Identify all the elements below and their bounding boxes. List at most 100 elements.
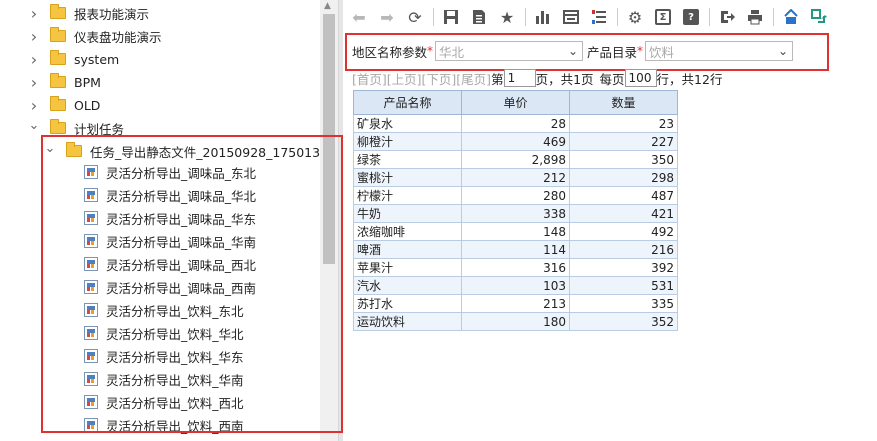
table-row: 苏打水 213 335 <box>353 294 678 313</box>
report-table: 产品名称 单价 数量 矿泉水 28 23 柳橙汁 469 227 绿茶 2,898 350 蜜桃汁… <box>353 90 678 331</box>
table-header-row: 产品名称 单价 数量 <box>353 90 678 115</box>
table-row: 柠檬汁 280 487 <box>353 186 678 205</box>
table-cell: 牛奶 <box>353 204 462 223</box>
export-icon[interactable] <box>715 5 739 29</box>
report-toolbar: ⬅ ➡ ⟳ ★ ⚙ Σ ? <box>343 0 877 34</box>
chevron-right-icon[interactable]: › <box>28 27 40 46</box>
table-cell: 148 <box>461 222 570 241</box>
table-row: 浓缩咖啡 148 492 <box>353 222 678 241</box>
table-row: 苹果汁 316 392 <box>353 258 678 277</box>
table-cell: 421 <box>569 204 678 223</box>
first-page-link[interactable]: [首页] <box>352 69 387 88</box>
table-cell: 280 <box>461 186 570 205</box>
table-cell: 298 <box>569 168 678 187</box>
per-page-suffix: 行，共12行 <box>656 71 723 87</box>
table-cell: 啤酒 <box>353 240 462 259</box>
switch-icon[interactable] <box>807 5 831 29</box>
page-number-input[interactable]: 1 <box>503 69 536 87</box>
bar-chart-icon[interactable] <box>531 5 555 29</box>
table-cell: 103 <box>461 276 570 295</box>
chevron-right-icon[interactable]: › <box>28 73 40 92</box>
folder-icon <box>50 27 66 42</box>
table-cell: 469 <box>461 132 570 151</box>
chevron-down-icon[interactable]: ⌄ <box>568 44 578 58</box>
tree-node-label: OLD <box>74 97 101 113</box>
tree-folder-node[interactable]: › system <box>28 48 119 70</box>
table-cell: 汽水 <box>353 276 462 295</box>
table-row: 牛奶 338 421 <box>353 204 678 223</box>
format-icon[interactable] <box>779 5 803 29</box>
folder-icon <box>50 50 66 65</box>
favorite-star-icon[interactable]: ★ <box>495 5 519 29</box>
tree-folder-node[interactable]: › BPM <box>28 71 101 93</box>
table-cell: 213 <box>461 294 570 313</box>
table-cell: 487 <box>569 186 678 205</box>
table-cell: 苹果汁 <box>353 258 462 277</box>
save-as-icon[interactable] <box>467 5 491 29</box>
folder-icon <box>50 119 66 134</box>
catalog-select-value: 饮料 <box>649 44 675 60</box>
toolbar-separator <box>433 8 434 26</box>
table-cell: 212 <box>461 168 570 187</box>
region-param-label: 地区名称参数 <box>352 44 428 60</box>
tree-node-label: system <box>74 51 120 67</box>
rows-per-page-input[interactable]: 100 <box>624 69 657 87</box>
chevron-down-icon[interactable]: ⌄ <box>28 118 40 133</box>
table-cell: 316 <box>461 258 570 277</box>
prev-page-link[interactable]: [上页] <box>387 69 422 88</box>
table-cell: 运动饮料 <box>353 312 462 331</box>
table-cell: 蜜桃汁 <box>353 168 462 187</box>
back-arrow-icon[interactable]: ⬅ <box>347 5 371 29</box>
table-row: 运动饮料 180 352 <box>353 312 678 331</box>
table-cell: 浓缩咖啡 <box>353 222 462 241</box>
table-cell: 绿茶 <box>353 150 462 169</box>
tree-folder-node[interactable]: › OLD <box>28 94 101 116</box>
print-icon[interactable] <box>743 5 767 29</box>
chevron-right-icon[interactable]: › <box>28 4 40 23</box>
table-cell: 柳橙汁 <box>353 132 462 151</box>
highlight-box-task-folder <box>41 135 343 433</box>
help-icon[interactable]: ? <box>679 5 703 29</box>
last-page-link[interactable]: [尾页] <box>456 69 491 88</box>
parameter-panel: 地区名称参数 * 华北 ⌄ 产品目录 * 饮料 ⌄ <box>352 40 794 62</box>
table-cell: 114 <box>461 240 570 259</box>
table-cell: 矿泉水 <box>353 114 462 133</box>
table-row: 矿泉水 28 23 <box>353 114 678 133</box>
table-cell: 180 <box>461 312 570 331</box>
table-cell: 335 <box>569 294 678 313</box>
chevron-right-icon[interactable]: › <box>28 50 40 69</box>
toolbar-separator <box>773 8 774 26</box>
region-select[interactable]: 华北 ⌄ <box>435 41 584 61</box>
table-cell: 352 <box>569 312 678 331</box>
catalog-select[interactable]: 饮料 ⌄ <box>645 41 794 61</box>
save-icon[interactable] <box>439 5 463 29</box>
table-cell: 柠檬汁 <box>353 186 462 205</box>
toolbar-separator <box>709 8 710 26</box>
table-cell: 392 <box>569 258 678 277</box>
table-view-icon[interactable] <box>559 5 583 29</box>
chevron-down-icon[interactable]: ⌄ <box>778 44 788 58</box>
next-page-link[interactable]: [下页] <box>422 69 457 88</box>
page-suffix: 页，共1页 <box>535 71 594 87</box>
forward-arrow-icon[interactable]: ➡ <box>375 5 399 29</box>
sigma-sum-icon[interactable]: Σ <box>651 5 675 29</box>
page-prefix: 第 <box>491 71 504 87</box>
table-cell: 492 <box>569 222 678 241</box>
chevron-right-icon[interactable]: › <box>28 96 40 115</box>
tree-folder-node[interactable]: › 报表功能演示 <box>28 2 149 24</box>
per-page-prefix: 每页 <box>599 71 625 87</box>
scroll-up-icon[interactable]: ▲ <box>324 1 331 11</box>
table-row: 啤酒 114 216 <box>353 240 678 259</box>
required-marker: * <box>637 44 644 58</box>
filter-icon[interactable] <box>587 5 611 29</box>
table-row: 柳橙汁 469 227 <box>353 132 678 151</box>
table-cell: 531 <box>569 276 678 295</box>
table-cell: 苏打水 <box>353 294 462 313</box>
table-cell: 227 <box>569 132 678 151</box>
folder-icon <box>50 4 66 19</box>
settings-gear-icon[interactable]: ⚙ <box>623 5 647 29</box>
refresh-icon[interactable]: ⟳ <box>403 5 427 29</box>
toolbar-separator <box>617 8 618 26</box>
table-cell: 216 <box>569 240 678 259</box>
tree-folder-node[interactable]: › 仪表盘功能演示 <box>28 25 162 47</box>
